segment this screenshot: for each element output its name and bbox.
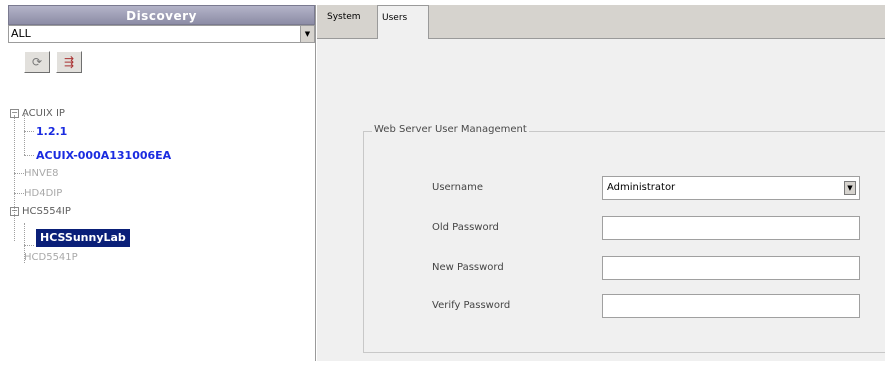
- new-password-field[interactable]: [602, 256, 860, 280]
- tree-item-acuix-000a131006ea[interactable]: ACUIX-000A131006EA: [36, 147, 171, 165]
- tree-item-hnve8[interactable]: HNVE8: [24, 165, 59, 183]
- device-icon: ⇶: [63, 55, 75, 69]
- settings-pane: System Users Web Server User Management …: [317, 5, 885, 361]
- user-management-panel: Web Server User Management Username Admi…: [363, 124, 885, 353]
- panel-legend: Web Server User Management: [372, 124, 529, 135]
- new-password-label: New Password: [432, 262, 504, 273]
- username-label: Username: [432, 182, 483, 193]
- tree-item-hd4dip[interactable]: HD4DIP: [24, 185, 62, 203]
- old-password-label: Old Password: [432, 222, 499, 233]
- discovery-title: Discovery: [8, 5, 315, 25]
- tree-item-acuix-ip[interactable]: − ACUIX IP: [10, 105, 65, 123]
- verify-password-label: Verify Password: [432, 300, 511, 311]
- tree-connector: [14, 173, 24, 174]
- tree-item-label: ACUIX IP: [22, 108, 65, 119]
- tree-item-hcs554ip[interactable]: − HCS554IP: [10, 203, 71, 221]
- tree-connector: [24, 131, 34, 132]
- collapse-icon[interactable]: −: [10, 108, 19, 118]
- tree-item-hcd5541p[interactable]: HCD5541P: [24, 249, 78, 267]
- tree-connector: [24, 155, 34, 156]
- tree-connector: [24, 245, 34, 246]
- refresh-button[interactable]: ⟳: [24, 51, 50, 73]
- tree-connector: [14, 115, 15, 241]
- chevron-down-icon[interactable]: ▼: [844, 181, 856, 195]
- old-password-field[interactable]: [602, 216, 860, 240]
- verify-password-field[interactable]: [602, 294, 860, 318]
- tab-system[interactable]: System: [323, 5, 365, 38]
- tab-users[interactable]: Users: [377, 5, 429, 39]
- chevron-down-icon[interactable]: ▼: [300, 26, 314, 42]
- filter-value: ALL: [11, 27, 31, 40]
- refresh-icon: ⟳: [31, 55, 43, 69]
- username-select[interactable]: Administrator ▼: [602, 176, 860, 200]
- tree-item-1-2-1[interactable]: 1.2.1: [36, 123, 67, 141]
- tree-connector: [14, 193, 24, 194]
- discovery-filter-select[interactable]: ALL ▼: [8, 25, 315, 43]
- username-value: Administrator: [607, 182, 676, 193]
- tree-item-hcssunnylab[interactable]: HCSSunnyLab: [36, 229, 130, 247]
- device-button[interactable]: ⇶: [56, 51, 82, 73]
- discovery-toolbar: ⟳ ⇶: [8, 43, 315, 79]
- discovery-pane: Discovery ALL ▼ ⟳ ⇶ − ACUIX IP 1.2.1 ACUI…: [8, 5, 316, 361]
- collapse-icon[interactable]: −: [10, 206, 19, 216]
- tab-strip: System Users: [317, 5, 885, 39]
- tree-item-label: HCS554IP: [22, 206, 71, 217]
